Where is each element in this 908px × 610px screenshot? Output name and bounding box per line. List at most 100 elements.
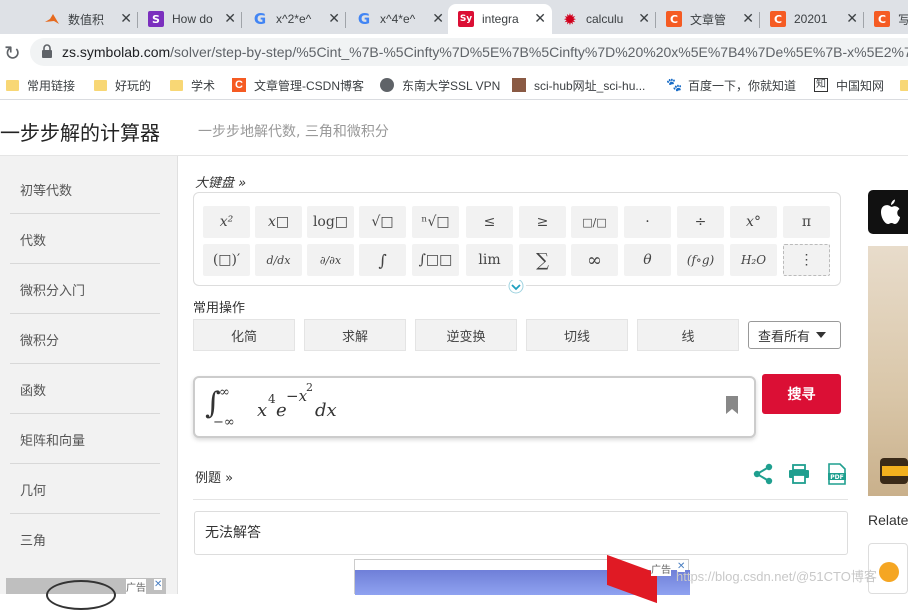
key-integral[interactable]: ∫: [359, 244, 406, 276]
csdn-icon: C: [874, 11, 890, 27]
key-definite-integral[interactable]: ∫□□: [412, 244, 459, 276]
bookmark-label: 中国知网: [836, 78, 885, 93]
tab-title: x^2*e^: [276, 12, 312, 26]
sidebar-item-functions[interactable]: 函数: [10, 364, 160, 414]
close-icon[interactable]: ✕: [742, 11, 754, 27]
bookmark-item[interactable]: 知中国知网: [814, 76, 884, 94]
line-button[interactable]: 线: [637, 319, 739, 351]
left-advertisement[interactable]: 广告 ✕: [6, 578, 166, 610]
key-degree[interactable]: x°: [730, 206, 777, 238]
ad-close-icon[interactable]: ✕: [154, 579, 163, 590]
result-box: 无法解答: [194, 511, 848, 555]
folder-icon: [170, 79, 183, 91]
close-icon[interactable]: ✕: [120, 11, 132, 27]
related-heading: Relate: [868, 512, 908, 528]
base-var: x: [257, 400, 268, 421]
sidebar-item-algebra[interactable]: 代数: [10, 214, 160, 264]
key-chemistry[interactable]: H₂O: [730, 244, 777, 276]
bottom-advertisement[interactable]: 广告 ✕: [354, 554, 690, 604]
pdf-icon[interactable]: PDF: [826, 463, 848, 485]
sidebar-item-trigonometry[interactable]: 三角: [10, 514, 160, 564]
matlab-icon: [44, 11, 60, 27]
app-store-button[interactable]: [868, 190, 908, 234]
key-theta[interactable]: θ: [624, 244, 671, 276]
bookmark-item[interactable]: [900, 76, 908, 94]
url-field[interactable]: zs.symbolab.com/solver/step-by-step/%5Ci…: [30, 38, 908, 66]
divider: [193, 499, 848, 500]
bookmark-item[interactable]: 学术: [170, 76, 215, 94]
bookmark-item[interactable]: sci-hub网址_sci-hu...: [512, 76, 645, 94]
inverse-button[interactable]: 逆变换: [415, 319, 517, 351]
bookmark-item[interactable]: C 文章管理-CSDN博客: [232, 76, 364, 94]
s-icon: S: [148, 11, 164, 27]
print-icon[interactable]: [788, 464, 810, 484]
key-sqrt[interactable]: √□: [359, 206, 406, 238]
key-matrix[interactable]: ⋮: [783, 244, 830, 276]
close-icon[interactable]: ✕: [432, 11, 444, 27]
key-composition[interactable]: (f∘g): [677, 244, 724, 276]
bookmark-icon[interactable]: [725, 395, 739, 415]
key-power[interactable]: x□: [255, 206, 302, 238]
key-geq[interactable]: ≥: [519, 206, 566, 238]
key-log[interactable]: log□: [307, 206, 354, 238]
examples-link[interactable]: 例题 »: [195, 467, 233, 486]
bookmark-item[interactable]: 好玩的: [94, 76, 151, 94]
scihub-icon: [512, 78, 526, 92]
close-icon[interactable]: ✕: [224, 11, 236, 27]
ad-badge: [607, 554, 657, 604]
key-partial[interactable]: ∂/∂x: [307, 244, 354, 276]
key-nth-root[interactable]: ⁿ√□: [412, 206, 459, 238]
bookmarks-bar: 常用链接 好玩的 学术 C 文章管理-CSDN博客 东南大学SSL VPN sci…: [0, 70, 908, 100]
simplify-button[interactable]: 化简: [193, 319, 295, 351]
math-input[interactable]: ∫ ∞ −∞ x 4 e −x 2 dx: [193, 376, 756, 438]
chevron-down-icon[interactable]: [506, 278, 526, 295]
key-label: ÷: [694, 214, 707, 230]
key-pi[interactable]: π: [783, 206, 830, 238]
tab-6[interactable]: C 文章管 ✕: [656, 4, 760, 34]
key-fraction[interactable]: □/□: [571, 206, 618, 238]
view-all-dropdown[interactable]: 查看所有: [748, 321, 841, 349]
tab-0[interactable]: 数值积 ✕: [34, 4, 138, 34]
key-derivative-prime[interactable]: (□)′: [203, 244, 250, 276]
tab-3[interactable]: G x^4*e^ ✕: [346, 4, 450, 34]
tab-7[interactable]: C 20201 ✕: [760, 4, 864, 34]
sidebar-item-elementary-algebra[interactable]: 初等代数: [10, 164, 160, 214]
key-square[interactable]: x²: [203, 206, 250, 238]
tangent-button[interactable]: 切线: [526, 319, 628, 351]
share-icon[interactable]: [752, 463, 774, 485]
full-keypad-link[interactable]: 大键盘 »: [195, 172, 246, 191]
key-divide[interactable]: ÷: [677, 206, 724, 238]
bookmark-label: 好玩的: [115, 78, 152, 93]
brand-title[interactable]: 一步步解的计算器: [0, 117, 160, 146]
reload-icon[interactable]: ↻: [4, 41, 21, 65]
key-sum[interactable]: ∑: [519, 244, 566, 276]
solve-button[interactable]: 求解: [304, 319, 406, 351]
sidebar-item-pre-calculus[interactable]: 微积分入门: [10, 264, 160, 314]
key-infinity[interactable]: ∞: [571, 244, 618, 276]
key-leq[interactable]: ≤: [466, 206, 513, 238]
bookmark-item[interactable]: 🐾 百度一下，你就知道: [666, 76, 796, 94]
search-button[interactable]: 搜寻: [762, 374, 841, 414]
symbolab-icon: Sy: [458, 11, 474, 27]
close-icon[interactable]: ✕: [846, 11, 858, 27]
tab-5[interactable]: ✹ calculu ✕: [552, 4, 656, 34]
close-icon[interactable]: ✕: [328, 11, 340, 27]
bookmark-item[interactable]: 常用链接: [6, 76, 75, 94]
key-label: π: [801, 214, 812, 230]
close-icon[interactable]: ✕: [638, 11, 650, 27]
key-label: ≥: [536, 214, 549, 230]
sidebar-item-matrices[interactable]: 矩阵和向量: [10, 414, 160, 464]
tab-1[interactable]: S How do ✕: [138, 4, 242, 34]
side-advertisement[interactable]: [868, 246, 908, 496]
sidebar-item-calculus[interactable]: 微积分: [10, 314, 160, 364]
tab-8[interactable]: C 写文: [864, 4, 908, 34]
tab-4-active[interactable]: Sy integra ✕: [448, 4, 552, 34]
tab-2[interactable]: G x^2*e^ ✕: [242, 4, 346, 34]
key-limit[interactable]: lim: [466, 244, 513, 276]
key-dot[interactable]: ·: [624, 206, 671, 238]
key-d-dx[interactable]: d/dx: [255, 244, 302, 276]
tab-title: integra: [482, 12, 519, 26]
close-icon[interactable]: ✕: [534, 11, 546, 27]
bookmark-item[interactable]: 东南大学SSL VPN: [380, 76, 500, 94]
sidebar-item-geometry[interactable]: 几何: [10, 464, 160, 514]
